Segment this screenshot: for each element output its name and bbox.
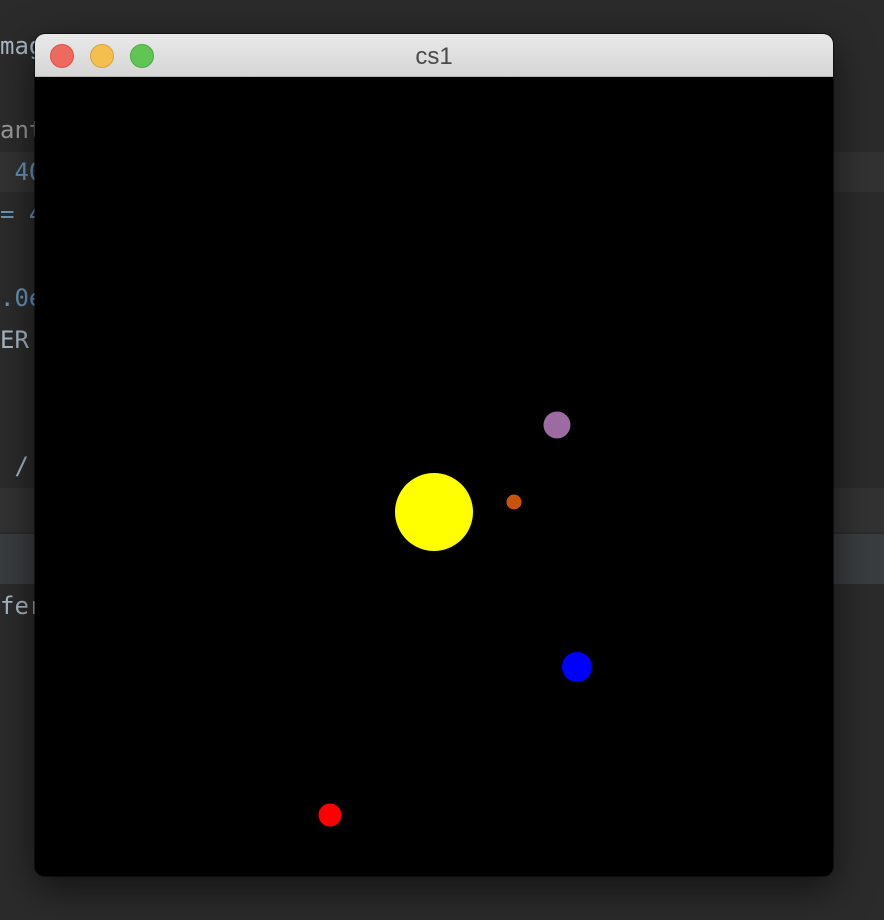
- window-title: cs1: [415, 43, 453, 70]
- purple-planet: [543, 411, 571, 439]
- blue-planet: [562, 652, 592, 682]
- simulation-canvas[interactable]: [35, 77, 833, 876]
- simulation-window[interactable]: cs1: [35, 34, 833, 876]
- red-planet: [318, 803, 342, 827]
- sun: [395, 473, 473, 551]
- solar-system-drawing: [318, 411, 592, 827]
- window-titlebar[interactable]: cs1: [35, 34, 833, 77]
- orange-planet: [506, 494, 522, 510]
- code-fragment: /: [0, 452, 29, 480]
